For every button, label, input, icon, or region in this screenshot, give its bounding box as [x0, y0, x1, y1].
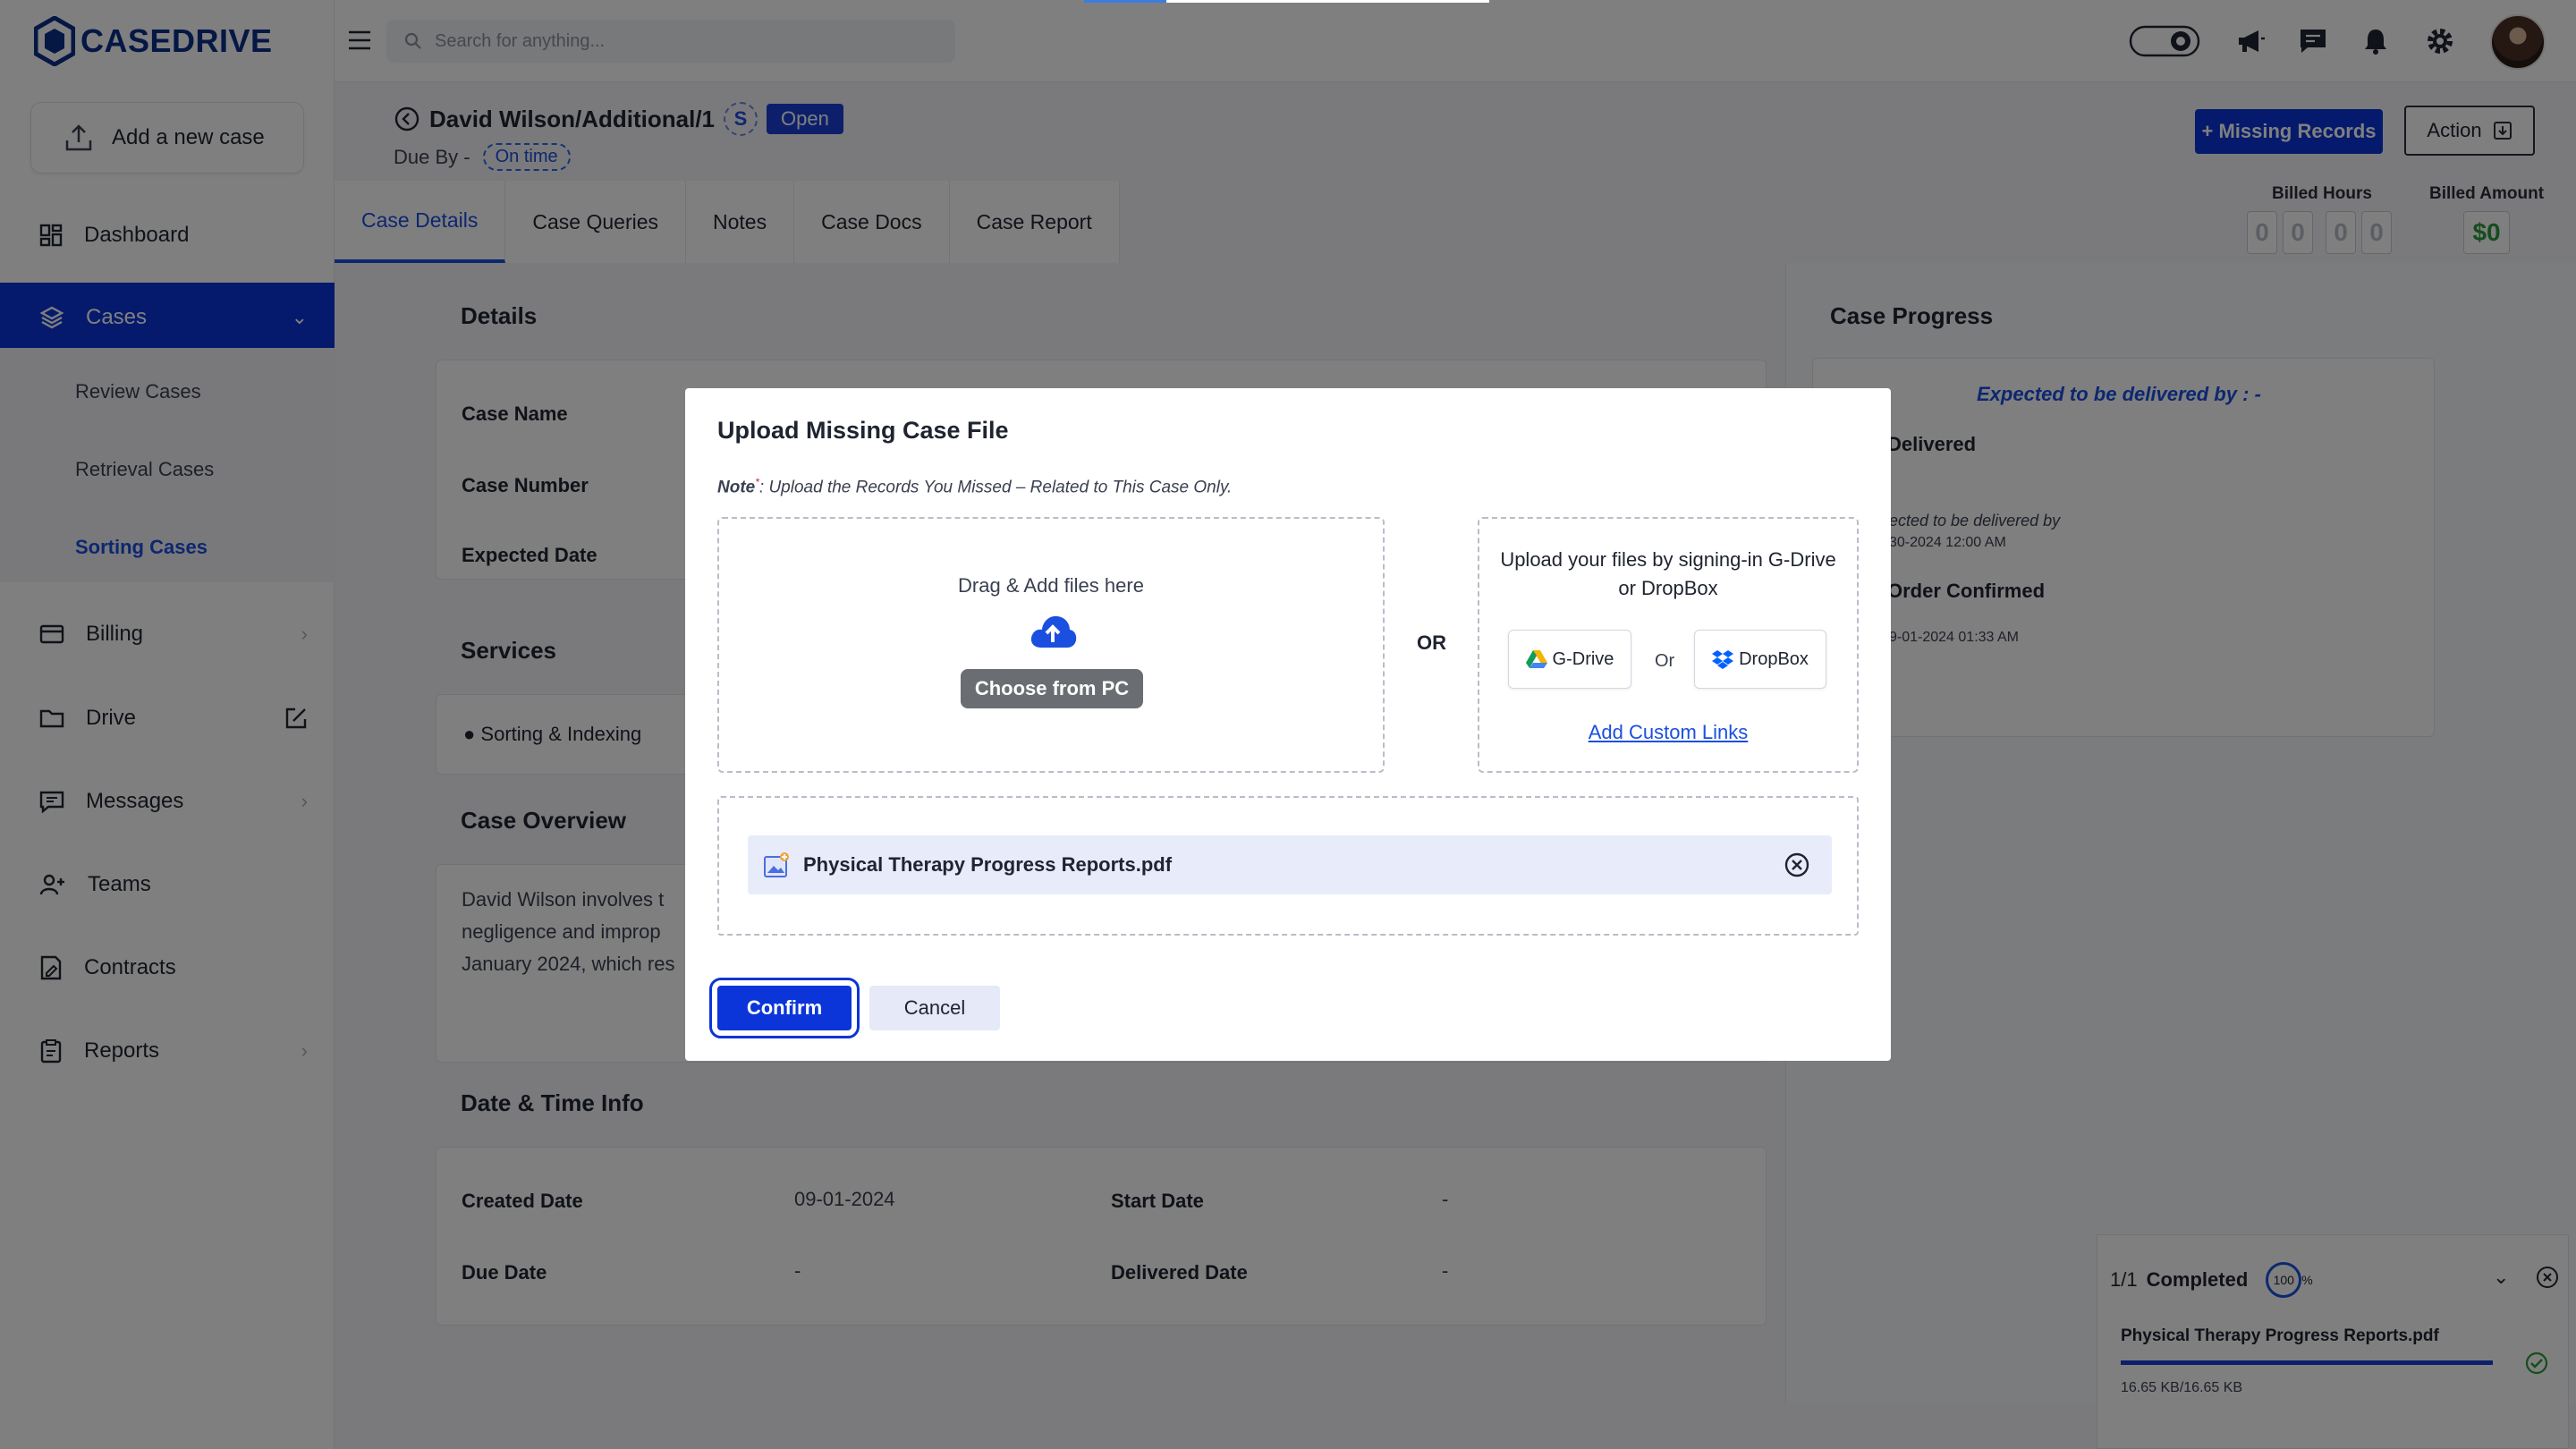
or-divider: OR: [1417, 631, 1446, 654]
modal-note: Note*: Upload the Records You Missed – R…: [717, 476, 1232, 497]
cloud-upload-zone: Upload your files by signing-in G-Drive …: [1478, 517, 1859, 773]
note-text: : Upload the Records You Missed – Relate…: [758, 478, 1233, 497]
dropbox-button[interactable]: DropBox: [1694, 630, 1826, 689]
file-image-icon: [764, 852, 789, 877]
selected-file-row: Physical Therapy Progress Reports.pdf: [748, 835, 1832, 894]
page-load-progress: [1084, 0, 1489, 3]
add-custom-links-link[interactable]: Add Custom Links: [1479, 721, 1857, 744]
dropbox-icon: [1712, 650, 1734, 669]
cloud-upload-icon: [1030, 615, 1077, 648]
cloud-or-text: Or: [1655, 651, 1675, 671]
confirm-button[interactable]: Confirm: [709, 978, 860, 1038]
gdrive-label: G-Drive: [1552, 648, 1614, 669]
dropbox-label: DropBox: [1739, 648, 1809, 669]
file-drop-zone[interactable]: Drag & Add files here Choose from PC: [717, 517, 1385, 773]
cancel-button[interactable]: Cancel: [869, 986, 1000, 1030]
choose-from-pc-button[interactable]: Choose from PC: [961, 669, 1143, 708]
modal-title: Upload Missing Case File: [717, 417, 1009, 444]
gdrive-icon: [1525, 650, 1547, 668]
gdrive-button[interactable]: G-Drive: [1508, 630, 1631, 689]
upload-missing-file-modal: Upload Missing Case File Note*: Upload t…: [685, 388, 1891, 1061]
note-label: Note: [717, 478, 756, 497]
selected-file-name: Physical Therapy Progress Reports.pdf: [803, 853, 1173, 876]
remove-file-icon[interactable]: [1784, 852, 1810, 878]
drag-files-text: Drag & Add files here: [958, 574, 1144, 597]
cloud-upload-text: Upload your files by signing-in G-Drive …: [1500, 548, 1836, 599]
selected-files-zone: Physical Therapy Progress Reports.pdf: [717, 796, 1859, 936]
